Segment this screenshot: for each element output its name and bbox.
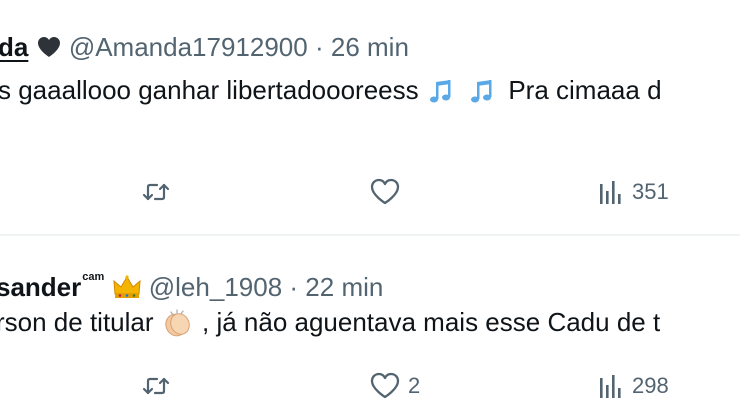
timestamp[interactable]: 22 min bbox=[305, 272, 383, 302]
action-bar: 351 bbox=[0, 172, 740, 212]
like-button[interactable] bbox=[368, 172, 408, 212]
tweet-text-part: Pra cimaaa d bbox=[508, 75, 662, 105]
bar-chart-icon bbox=[596, 372, 626, 400]
bar-chart-icon bbox=[596, 178, 626, 206]
retweet-icon bbox=[142, 374, 170, 398]
crown-icon bbox=[112, 274, 142, 300]
user-handle[interactable]: @leh_1908 bbox=[149, 272, 282, 302]
tweet-header: da @Amanda17912900 · 26 min bbox=[0, 30, 409, 62]
user-handle[interactable]: @Amanda17912900 bbox=[69, 32, 308, 62]
retweet-button[interactable] bbox=[142, 366, 176, 406]
black-heart-icon bbox=[36, 35, 62, 59]
musical-notes-icon bbox=[428, 78, 458, 106]
tweet-text: rson de titular , já não aguentava mais … bbox=[0, 306, 660, 339]
clapping-hands-icon bbox=[163, 309, 193, 339]
tweet-text-part: s gaaallooo ganhar libertadoooreess bbox=[0, 75, 419, 105]
retweet-button[interactable] bbox=[142, 172, 176, 212]
views-button[interactable]: 298 bbox=[596, 366, 669, 406]
heart-icon bbox=[368, 371, 402, 401]
display-name[interactable]: da bbox=[0, 32, 28, 62]
views-button[interactable]: 351 bbox=[596, 172, 669, 212]
display-name[interactable]: sander bbox=[0, 272, 81, 302]
separator-dot: · bbox=[289, 272, 299, 303]
name-superscript: cam bbox=[82, 271, 105, 283]
tweet-text-part: rson de titular bbox=[0, 307, 154, 337]
heart-icon bbox=[368, 177, 402, 207]
views-count: 351 bbox=[632, 179, 669, 204]
tweet-text-part: , já não aguentava mais esse Cadu de t bbox=[202, 307, 661, 337]
action-bar: 2 298 bbox=[0, 366, 740, 406]
like-count: 2 bbox=[408, 373, 421, 398]
tweet-text: s gaaallooo ganhar libertadoooreess Pra … bbox=[0, 74, 662, 106]
tweet-header: sandercam @leh_1908 · 22 min bbox=[0, 262, 383, 302]
tweet[interactable]: da @Amanda17912900 · 26 min s gaaallooo … bbox=[0, 0, 740, 234]
timestamp[interactable]: 26 min bbox=[331, 32, 409, 62]
separator-dot: · bbox=[314, 32, 324, 63]
views-count: 298 bbox=[632, 373, 669, 398]
like-button[interactable]: 2 bbox=[368, 366, 420, 406]
musical-notes-icon bbox=[469, 78, 499, 106]
tweet[interactable]: sandercam @leh_1908 · 22 min rson de tit… bbox=[0, 236, 740, 416]
retweet-icon bbox=[142, 180, 170, 204]
